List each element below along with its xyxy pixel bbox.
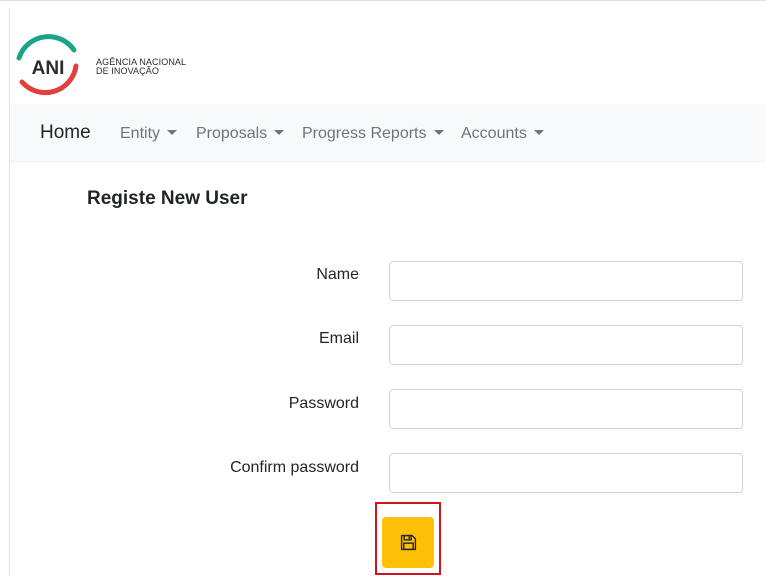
email-input[interactable] — [389, 325, 743, 365]
floppy-disk-icon — [400, 534, 416, 551]
name-label: Name — [316, 266, 359, 283]
logo-text: ANI — [32, 58, 65, 79]
navbar: Home Entity Proposals Progress Reports A… — [10, 104, 766, 162]
nav-dropdown-accounts[interactable]: Accounts — [461, 125, 544, 143]
top-border — [0, 0, 766, 1]
save-button[interactable] — [382, 517, 434, 568]
confirm-password-input[interactable] — [389, 453, 743, 493]
header: ANI AGÊNCIA NACIONAL DE INOVAÇÃO — [10, 8, 766, 104]
caret-down-icon — [433, 130, 444, 135]
email-label: Email — [318, 330, 359, 347]
nav-home-link[interactable]: Home — [40, 122, 91, 144]
confirm-password-label: Confirm password — [230, 459, 359, 476]
nav-dropdown-proposals[interactable]: Proposals — [196, 125, 285, 143]
agency-name-line2: DE INOVAÇÃO — [96, 66, 159, 76]
caret-down-icon — [274, 130, 285, 135]
caret-down-icon — [533, 130, 544, 135]
password-label: Password — [288, 395, 359, 412]
nav-dropdown-label: Proposals — [196, 125, 268, 142]
nav-dropdown-entity[interactable]: Entity — [120, 125, 178, 143]
caret-down-icon — [167, 130, 178, 135]
nav-dropdown-progress-reports[interactable]: Progress Reports — [302, 125, 444, 143]
nav-dropdown-label: Accounts — [461, 125, 527, 142]
nav-dropdown-label: Progress Reports — [302, 125, 427, 142]
nav-dropdown-label: Entity — [120, 125, 161, 142]
name-input[interactable] — [389, 261, 743, 301]
page-title: Registe New User — [87, 188, 248, 209]
agency-name: AGÊNCIA NACIONAL DE INOVAÇÃO — [96, 58, 186, 76]
password-input[interactable] — [389, 389, 743, 429]
ani-logo[interactable]: ANI — [10, 28, 85, 103]
